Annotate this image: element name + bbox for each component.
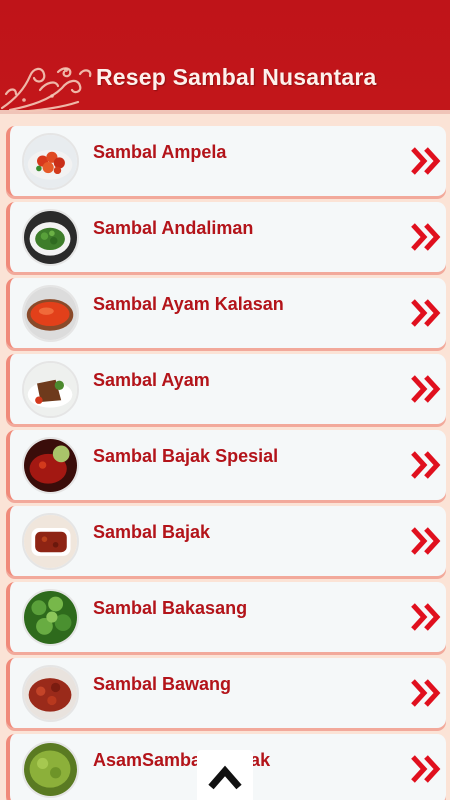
double-chevron-right-icon[interactable]	[410, 374, 442, 404]
dark-red-sambal-thumbnail	[22, 437, 79, 494]
list-item[interactable]: Sambal Bakasang	[6, 582, 446, 652]
scroll-to-top-button[interactable]	[197, 750, 253, 800]
recipe-label: Sambal Bakasang	[93, 598, 248, 618]
double-chevron-right-icon[interactable]	[410, 146, 442, 176]
list-item[interactable]: Sambal Ayam Kalasan	[6, 278, 446, 348]
double-chevron-right-icon[interactable]	[410, 450, 442, 480]
recipe-list[interactable]: Sambal Ampela Sambal Andaliman Sambal Ay…	[0, 122, 450, 800]
double-chevron-right-icon[interactable]	[410, 526, 442, 556]
red-sauce-bowl-thumbnail	[22, 285, 79, 342]
recipe-label: Sambal Andaliman	[93, 218, 254, 238]
red-onion-sambal-thumbnail	[22, 665, 79, 722]
chevron-up-icon	[208, 765, 242, 790]
list-item[interactable]: Sambal Andaliman	[6, 202, 446, 272]
list-item[interactable]: Sambal Bawang	[6, 658, 446, 728]
recipe-label: Sambal Ayam Kalasan	[93, 294, 284, 314]
floral-ornament-icon	[0, 67, 92, 112]
app-bar: Resep Sambal Nusantara	[0, 0, 450, 114]
double-chevron-right-icon[interactable]	[410, 298, 442, 328]
list-item[interactable]: Sambal Bajak	[6, 506, 446, 576]
list-item[interactable]: Sambal Bajak Spesial	[6, 430, 446, 500]
recipe-label: Sambal Bajak	[93, 522, 211, 542]
green-herb-dish-thumbnail	[22, 209, 79, 266]
recipe-label: Sambal Bawang	[93, 674, 232, 694]
brown-sambal-dish-thumbnail	[22, 513, 79, 570]
double-chevron-right-icon[interactable]	[410, 602, 442, 632]
red-chili-dish-thumbnail	[22, 133, 79, 190]
double-chevron-right-icon[interactable]	[410, 678, 442, 708]
double-chevron-right-icon[interactable]	[410, 754, 442, 784]
double-chevron-right-icon[interactable]	[410, 222, 442, 252]
green-vegetable-dish-thumbnail	[22, 589, 79, 646]
fried-chicken-plate-thumbnail	[22, 361, 79, 418]
list-item[interactable]: Sambal Ampela	[6, 126, 446, 196]
green-chili-sambal-thumbnail	[22, 741, 79, 798]
app-title: Resep Sambal Nusantara	[96, 64, 377, 90]
recipe-label: Sambal Ampela	[93, 142, 227, 162]
recipe-label: Sambal Bajak Spesial	[93, 446, 279, 466]
recipe-label: Sambal Ayam	[93, 370, 210, 390]
list-item[interactable]: Sambal Ayam	[6, 354, 446, 424]
